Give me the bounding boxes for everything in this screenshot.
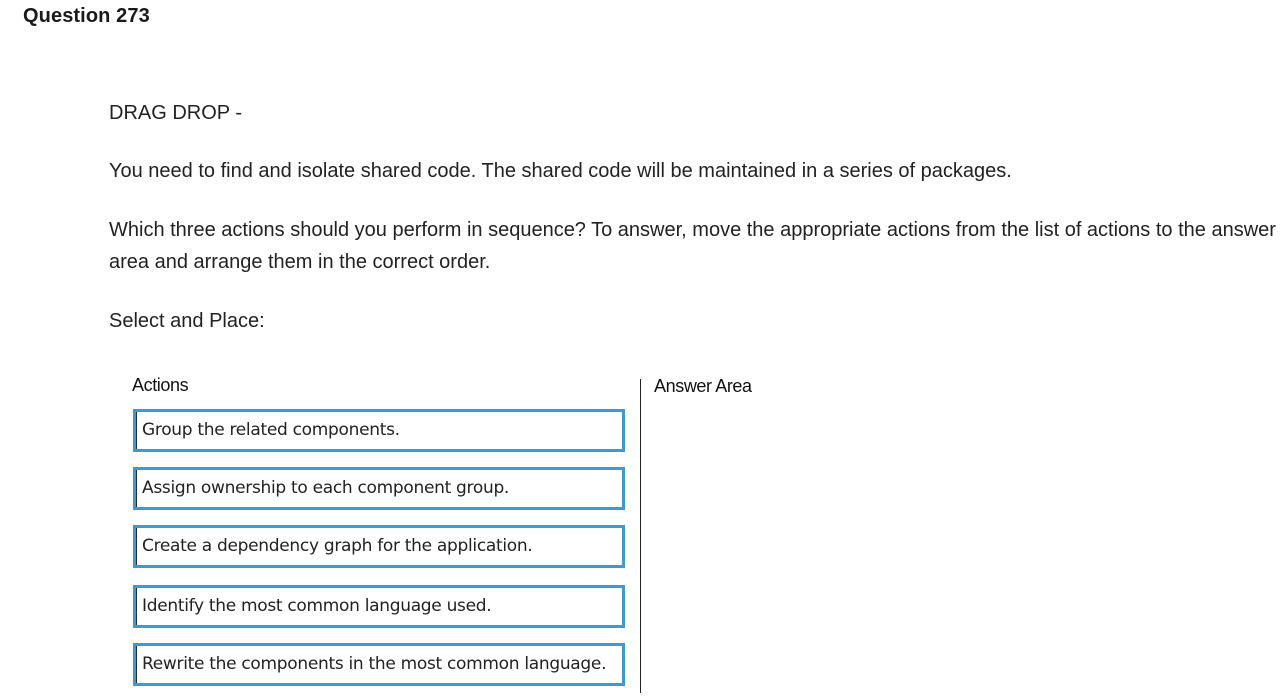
action-item-identify-language[interactable]: Identify the most common language used.: [133, 585, 625, 628]
question-stem: You need to find and isolate shared code…: [109, 160, 1012, 182]
action-item-label: Rewrite the components in the most commo…: [142, 654, 607, 674]
action-item-label: Identify the most common language used.: [142, 596, 492, 616]
question-title: Question 273: [23, 5, 150, 27]
action-item-rewrite-components[interactable]: Rewrite the components in the most commo…: [133, 643, 625, 686]
question-type-label: DRAG DROP -: [109, 102, 242, 124]
instruction-text: Select and Place:: [109, 310, 265, 332]
action-item-assign-ownership[interactable]: Assign ownership to each component group…: [133, 467, 625, 510]
drag-drop-figure: Actions Group the related components. As…: [120, 366, 800, 698]
answer-area-heading: Answer Area: [654, 376, 752, 396]
action-item-group-components[interactable]: Group the related components.: [133, 409, 625, 452]
question-prompt: Which three actions should you perform i…: [109, 219, 1276, 273]
action-item-create-dependency-graph[interactable]: Create a dependency graph for the applic…: [133, 525, 625, 568]
column-divider: [640, 379, 641, 693]
action-item-label: Group the related components.: [142, 420, 400, 440]
action-item-label: Assign ownership to each component group…: [142, 478, 510, 498]
actions-heading: Actions: [132, 375, 189, 395]
action-item-label: Create a dependency graph for the applic…: [142, 536, 533, 556]
